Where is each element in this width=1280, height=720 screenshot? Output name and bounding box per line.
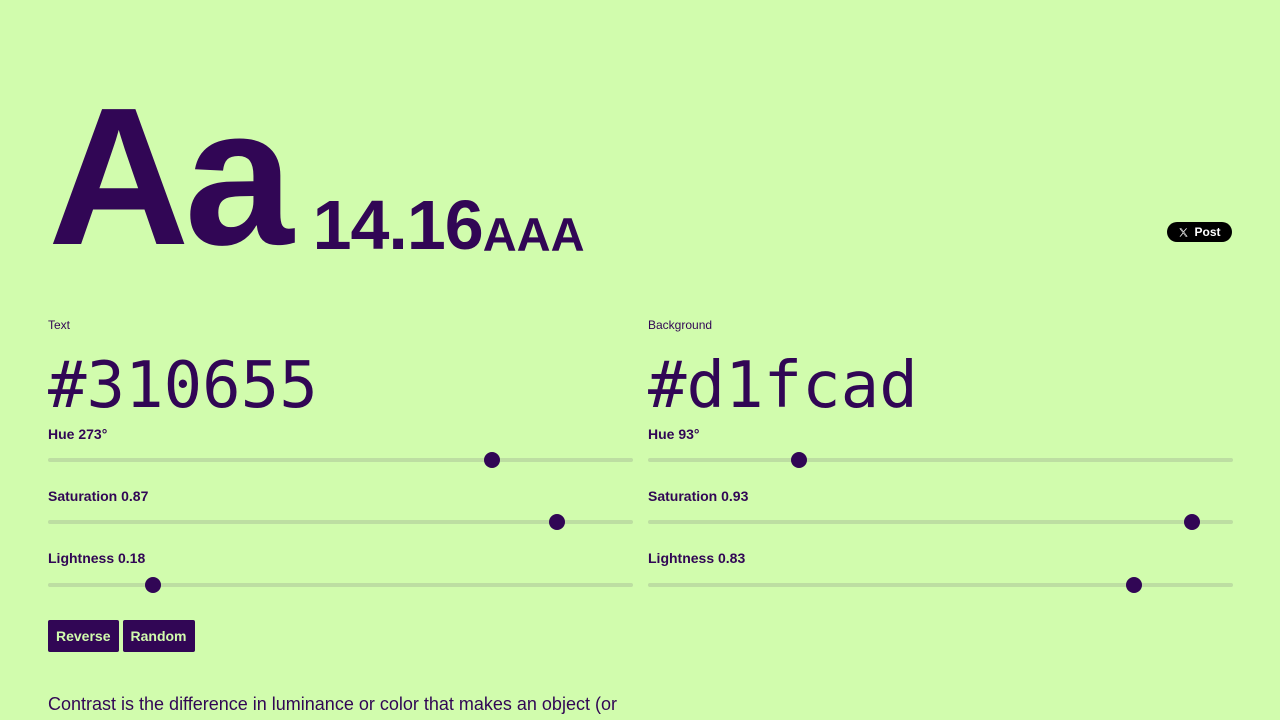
background-lightness-label: Lightness 0.83 bbox=[648, 550, 746, 566]
text-lightness-thumb[interactable] bbox=[145, 577, 162, 593]
contrast-preview: Aa 14.16 AAA bbox=[48, 67, 585, 287]
text-lightness-label: Lightness 0.18 bbox=[48, 550, 146, 566]
x-logo-icon bbox=[1179, 227, 1189, 237]
text-hue-slider[interactable] bbox=[48, 452, 633, 468]
background-hue-control: Hue 93° bbox=[648, 426, 1233, 468]
text-saturation-control: Saturation 0.87 bbox=[48, 488, 633, 530]
text-hue-thumb[interactable] bbox=[483, 452, 500, 468]
post-button[interactable]: Post bbox=[1167, 222, 1232, 242]
text-hex-value[interactable]: #310655 bbox=[48, 354, 633, 418]
action-buttons: Reverse Random bbox=[48, 620, 195, 652]
background-saturation-label: Saturation 0.93 bbox=[648, 488, 749, 504]
text-saturation-thumb[interactable] bbox=[548, 514, 565, 530]
reverse-button[interactable]: Reverse bbox=[48, 620, 119, 652]
background-saturation-thumb[interactable] bbox=[1184, 514, 1201, 530]
page: Aa 14.16 AAA Post Text #310655 Hue 273° … bbox=[0, 0, 1280, 720]
background-color-panel: Background #d1fcad Hue 93° Saturation 0.… bbox=[648, 318, 1233, 593]
text-hue-control: Hue 273° bbox=[48, 426, 633, 468]
background-hue-label: Hue 93° bbox=[648, 426, 700, 442]
description-text: Contrast is the difference in luminance … bbox=[48, 694, 617, 714]
contrast-rating: AAA bbox=[482, 208, 585, 261]
background-lightness-control: Lightness 0.83 bbox=[648, 550, 1233, 593]
contrast-ratio: 14.16 bbox=[312, 186, 484, 264]
post-button-label: Post bbox=[1194, 225, 1221, 239]
background-hue-slider[interactable] bbox=[648, 452, 1233, 468]
background-color-label: Background bbox=[648, 318, 713, 332]
background-saturation-slider[interactable] bbox=[648, 514, 1233, 530]
text-lightness-slider[interactable] bbox=[48, 577, 633, 593]
text-saturation-label: Saturation 0.87 bbox=[48, 488, 149, 504]
background-lightness-thumb[interactable] bbox=[1125, 577, 1142, 593]
text-color-label: Text bbox=[48, 318, 71, 332]
text-color-panel: Text #310655 Hue 273° Saturation 0.87 Li… bbox=[48, 318, 633, 593]
background-hue-thumb[interactable] bbox=[791, 452, 808, 468]
background-saturation-control: Saturation 0.93 bbox=[648, 488, 1233, 530]
text-saturation-slider[interactable] bbox=[48, 514, 633, 530]
text-lightness-control: Lightness 0.18 bbox=[48, 550, 633, 593]
background-hex-value[interactable]: #d1fcad bbox=[648, 354, 1233, 418]
random-button[interactable]: Random bbox=[122, 620, 195, 652]
background-lightness-slider[interactable] bbox=[648, 577, 1233, 593]
sample-text: Aa bbox=[48, 67, 294, 287]
text-hue-label: Hue 273° bbox=[48, 426, 108, 442]
